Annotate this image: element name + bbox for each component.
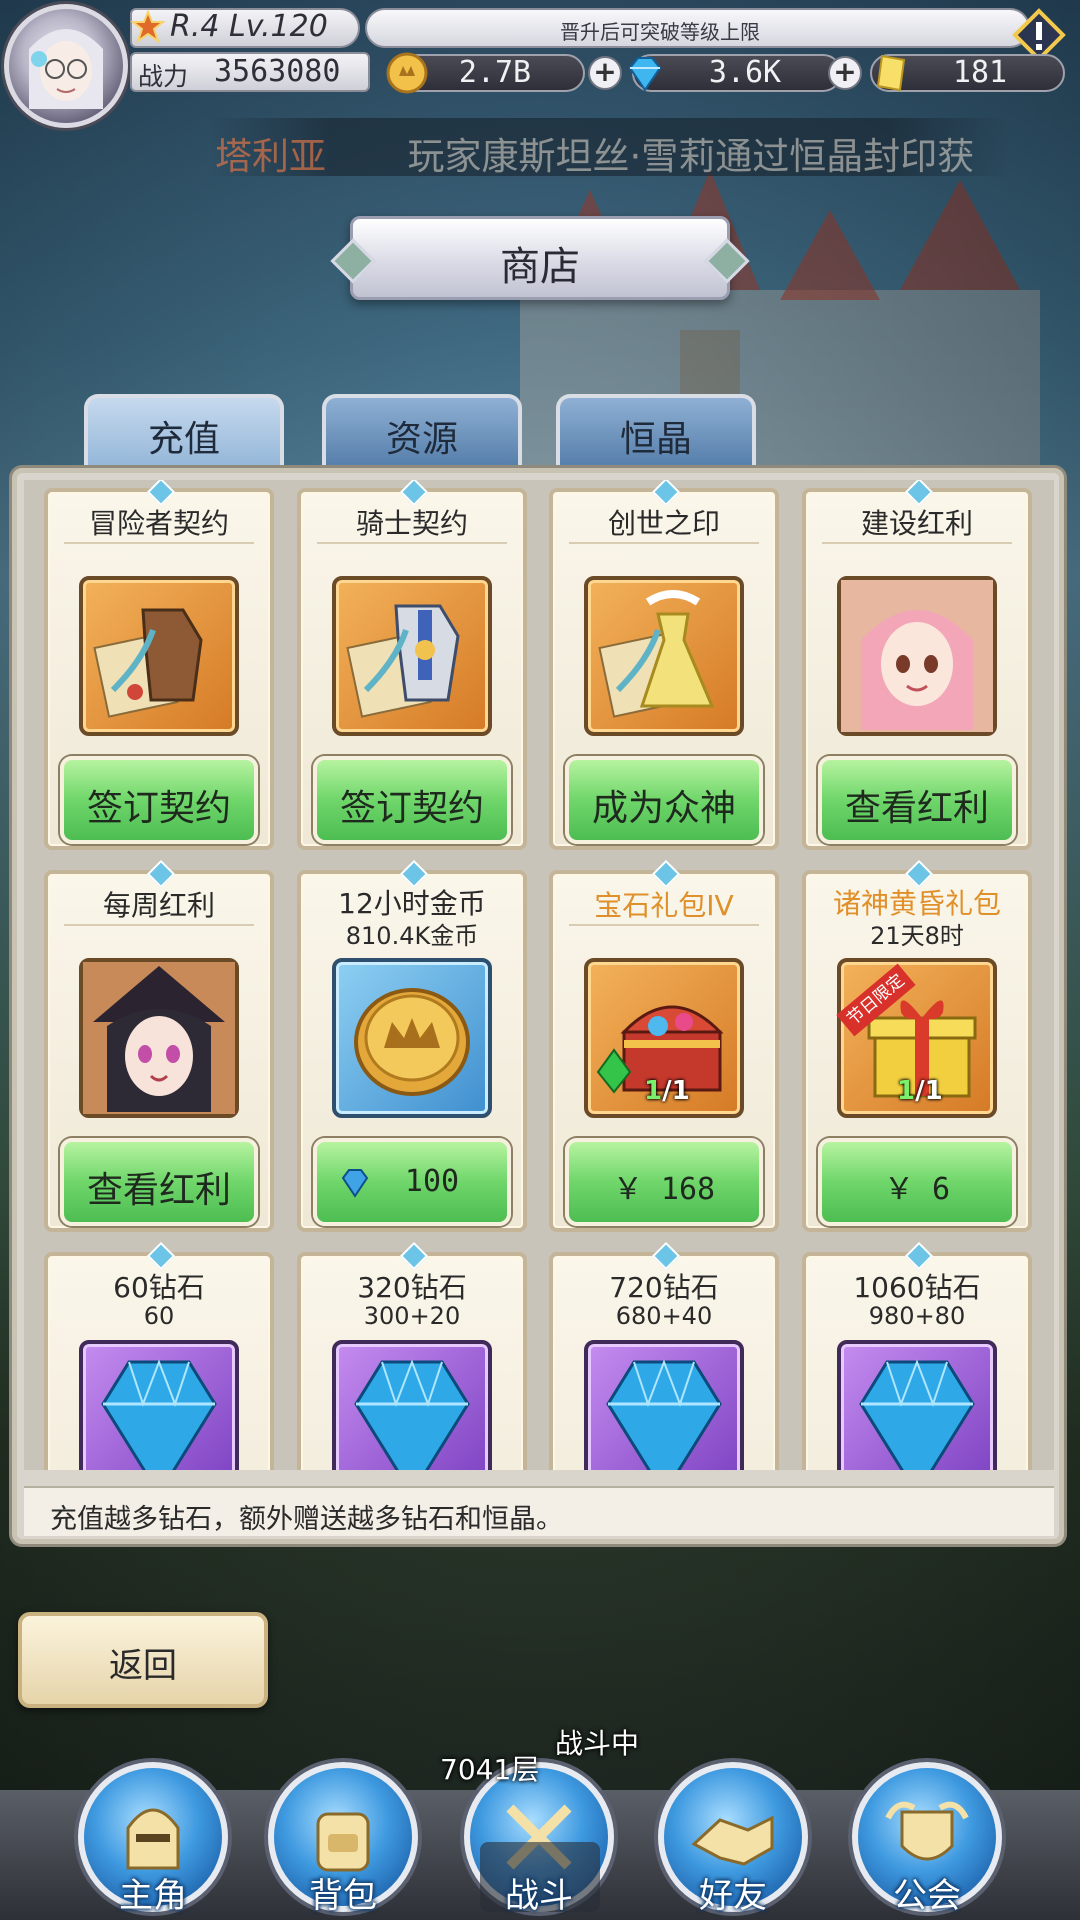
view-bonus-label: 查看红利 xyxy=(844,788,989,829)
battle-status-text: 战斗中 xyxy=(555,1727,640,1760)
player-portrait-icon xyxy=(29,29,103,109)
rank-emblem-icon xyxy=(130,10,166,44)
shop-hint-text: 充值越多钻石，额外赠送越多钻石和恒晶。 xyxy=(50,1504,563,1535)
sign-contract-label: 签订契约 xyxy=(86,788,231,829)
gold-value: 2.7B xyxy=(458,55,532,90)
notice-text: 晋升后可突破等级上限 xyxy=(560,20,760,44)
card-divider xyxy=(64,924,254,926)
tab-recharge-label: 充值 xyxy=(147,419,220,460)
pink-hair-girl-portrait-icon xyxy=(837,576,997,736)
purchase-limit: 1/1 xyxy=(644,1076,690,1106)
card-divider xyxy=(569,542,759,544)
buy-gold-price: 100 xyxy=(404,1164,460,1199)
diamond-icon xyxy=(79,1340,239,1470)
add-diamond-button[interactable]: + xyxy=(828,56,862,90)
become-god-label: 成为众神 xyxy=(591,788,736,829)
product-sub: 60 xyxy=(143,1302,175,1330)
product-timer: 21天8时 xyxy=(870,922,964,950)
power-value: 3563080 xyxy=(214,54,341,89)
buy-ragnarok-pack-price: ￥ 6 xyxy=(883,1172,951,1207)
diamond-value: 3.6K xyxy=(708,55,782,90)
golden-dress-contract-icon xyxy=(584,576,744,736)
product-name: 创世之印 xyxy=(607,507,720,540)
blue-diamond-icon xyxy=(628,57,662,92)
tab-resources-label: 资源 xyxy=(385,419,458,460)
product-name: 每周红利 xyxy=(102,889,215,922)
diamond-icon xyxy=(332,1340,492,1470)
product-name: 宝石礼包IV xyxy=(594,889,734,922)
product-sub: 300+20 xyxy=(363,1302,461,1330)
player-avatar[interactable] xyxy=(4,4,128,128)
product-sub: 680+40 xyxy=(615,1302,713,1330)
product-name: 320钻石 xyxy=(357,1271,467,1304)
view-bonus-label: 查看红利 xyxy=(86,1170,231,1211)
marquee-text: 塔利亚 玩家康斯坦丝·雪莉通过恒晶封印获 xyxy=(215,126,974,180)
nav-friends-label: 好友 xyxy=(699,1876,767,1916)
card-divider xyxy=(64,542,254,544)
product-name: 骑士契约 xyxy=(355,507,468,540)
product-grid[interactable]: 冒险者契约 签订契约 骑士契约 签订契约 创世之印 成为众神 建设红利 查看红利… xyxy=(24,480,1054,1470)
card-divider xyxy=(822,542,1012,544)
witch-girl-portrait-icon xyxy=(79,958,239,1118)
product-name: 冒险者契约 xyxy=(88,507,229,540)
product-sub: 980+80 xyxy=(868,1302,966,1330)
product-name: 60钻石 xyxy=(113,1271,205,1304)
nav-battle-label: 战斗 xyxy=(505,1876,573,1916)
yellow-crystal-icon xyxy=(876,54,906,92)
power-label: 战力 xyxy=(138,62,189,91)
crystal-value: 181 xyxy=(952,55,1008,90)
page-title: 商店 xyxy=(500,244,580,290)
leather-armor-contract-icon xyxy=(79,576,239,736)
back-button-label: 返回 xyxy=(109,1646,177,1686)
diamond-icon xyxy=(584,1340,744,1470)
nav-backpack-label: 背包 xyxy=(309,1876,377,1916)
diamond-icon xyxy=(837,1340,997,1470)
nav-hero-label: 主角 xyxy=(119,1876,187,1916)
tab-crystal-label: 恒晶 xyxy=(619,419,692,460)
battle-floor-text: 7041层 xyxy=(440,1753,540,1786)
crown-coin-icon xyxy=(332,958,492,1118)
gold-coin-icon xyxy=(386,52,428,94)
rank-level-text: R.4 Lv.120 xyxy=(170,9,328,44)
marquee-highlight: 塔利亚 xyxy=(215,135,326,178)
sign-contract-label: 签订契约 xyxy=(339,788,484,829)
card-divider xyxy=(569,924,759,926)
buy-gem-pack-price: ￥ 168 xyxy=(612,1172,716,1207)
card-divider xyxy=(317,542,507,544)
product-name: 720钻石 xyxy=(609,1271,719,1304)
nav-guild-label: 公会 xyxy=(893,1876,961,1916)
purchase-limit: 1/1 xyxy=(897,1076,943,1106)
marquee-message: 玩家康斯坦丝·雪莉通过恒晶封印获 xyxy=(407,135,975,178)
product-name: 1060钻石 xyxy=(853,1271,981,1304)
add-gold-button[interactable]: + xyxy=(588,56,622,90)
product-name: 建设红利 xyxy=(860,507,973,540)
product-sub: 810.4K金币 xyxy=(345,922,479,950)
knight-armor-contract-icon xyxy=(332,576,492,736)
